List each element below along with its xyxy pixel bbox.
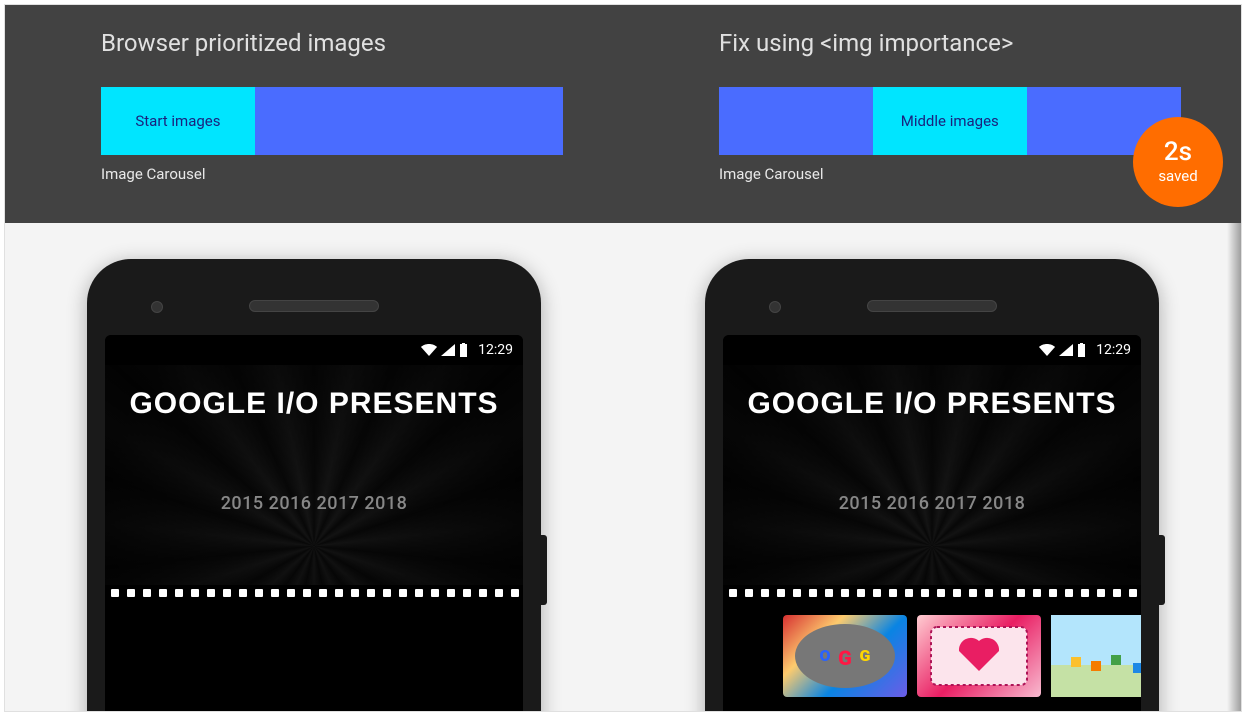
phone-side-button	[1159, 535, 1165, 605]
content-years: 2015 2016 2017 2018	[723, 493, 1141, 514]
status-time: 12:29	[478, 342, 513, 358]
left-carousel-bar: Start images	[101, 87, 563, 155]
right-bar-start	[719, 87, 873, 155]
svg-text:G: G	[860, 646, 871, 665]
battery-icon	[1077, 343, 1086, 357]
right-title: Fix using <img importance>	[719, 29, 1181, 57]
right-film-content: GOG	[723, 603, 1141, 709]
badge-value: 2s	[1164, 139, 1192, 165]
left-title: Browser prioritized images	[101, 29, 563, 57]
left-phone: 12:29 GOOGLE I/O PRESENTS 2015 2016 2017…	[87, 259, 541, 712]
sprockets-bottom	[723, 709, 1141, 712]
film-strip: GOG	[723, 585, 1141, 712]
status-time: 12:29	[1096, 342, 1131, 358]
right-screen: 12:29 GOOGLE I/O PRESENTS 2015 2016 2017…	[723, 335, 1141, 712]
carousel-thumb-pixel	[1051, 615, 1141, 697]
signal-icon	[441, 344, 455, 356]
left-highlight-label: Start images	[135, 112, 220, 130]
signal-icon	[1059, 344, 1073, 356]
left-content: GOOGLE I/O PRESENTS 2015 2016 2017 2018	[105, 365, 523, 712]
right-phone-col: 12:29 GOOGLE I/O PRESENTS 2015 2016 2017…	[623, 223, 1241, 712]
speaker-icon	[249, 300, 379, 312]
content-headline: GOOGLE I/O PRESENTS	[105, 365, 523, 421]
carousel-thumb-graffiti: GOG	[783, 615, 907, 697]
left-column-header: Browser prioritized images Start images …	[5, 29, 623, 205]
header: Browser prioritized images Start images …	[5, 5, 1241, 223]
left-caption: Image Carousel	[101, 165, 563, 183]
status-bar: 12:29	[723, 335, 1141, 365]
wifi-icon	[421, 344, 437, 356]
wifi-icon	[1039, 344, 1055, 356]
phone-top-bezel	[723, 277, 1141, 335]
camera-icon	[151, 301, 163, 313]
left-phone-col: 12:29 GOOGLE I/O PRESENTS 2015 2016 2017…	[5, 223, 623, 712]
left-bar-start-segment: Start images	[101, 87, 255, 155]
right-bar-middle-segment: Middle images	[873, 87, 1027, 155]
figure-container: Browser prioritized images Start images …	[4, 4, 1242, 712]
right-highlight-label: Middle images	[901, 112, 999, 130]
content-years: 2015 2016 2017 2018	[105, 493, 523, 514]
right-caption: Image Carousel	[719, 165, 1181, 183]
right-carousel-bar: Middle images	[719, 87, 1181, 155]
speaker-icon	[867, 300, 997, 312]
svg-text:O: O	[819, 646, 830, 665]
battery-icon	[459, 343, 468, 357]
phone-top-bezel	[105, 277, 523, 335]
sprockets-top	[723, 585, 1141, 603]
sprockets-top	[105, 585, 523, 603]
left-bar-remainder	[255, 87, 563, 155]
phones-row: 12:29 GOOGLE I/O PRESENTS 2015 2016 2017…	[5, 223, 1241, 712]
camera-icon	[769, 301, 781, 313]
left-screen: 12:29 GOOGLE I/O PRESENTS 2015 2016 2017…	[105, 335, 523, 712]
svg-text:G: G	[838, 646, 852, 670]
status-bar: 12:29	[105, 335, 523, 365]
saved-time-badge: 2s saved	[1133, 117, 1223, 207]
film-strip	[105, 585, 523, 712]
carousel-thumb-heart	[917, 615, 1041, 697]
sprockets-bottom	[105, 709, 523, 712]
left-film-content-empty	[105, 603, 523, 709]
content-headline: GOOGLE I/O PRESENTS	[723, 365, 1141, 421]
right-phone: 12:29 GOOGLE I/O PRESENTS 2015 2016 2017…	[705, 259, 1159, 712]
phone-side-button	[541, 535, 547, 605]
badge-label: saved	[1158, 167, 1197, 185]
right-content: GOOGLE I/O PRESENTS 2015 2016 2017 2018 …	[723, 365, 1141, 712]
